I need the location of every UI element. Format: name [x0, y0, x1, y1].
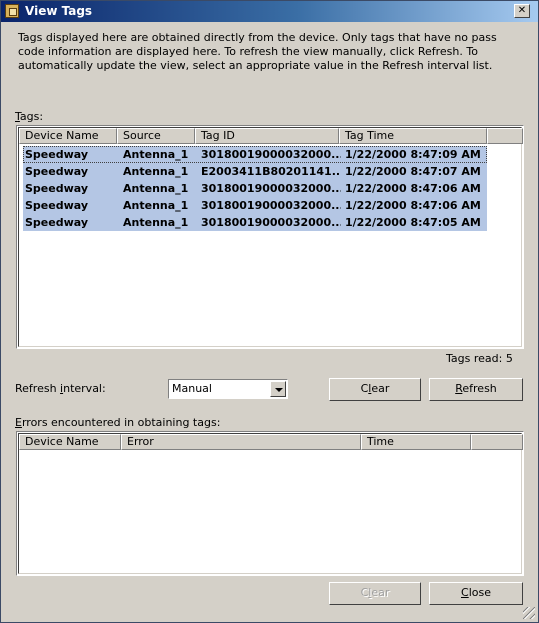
tags-label: Tags:: [15, 110, 44, 123]
column-header-device-name[interactable]: Device Name: [19, 434, 121, 450]
cell-device: Speedway: [25, 199, 89, 212]
cell-source: Antenna_1: [123, 165, 189, 178]
column-header-error[interactable]: Error: [121, 434, 361, 450]
errors-label: Errors encountered in obtaining tags:: [15, 416, 221, 429]
table-row[interactable]: Speedway Antenna_1 30180019000032000... …: [23, 214, 487, 231]
description-text: Tags displayed here are obtained directl…: [18, 31, 497, 72]
column-header-empty: [471, 434, 523, 450]
column-header-tag-time[interactable]: Tag Time: [339, 128, 487, 144]
close-button[interactable]: Close: [429, 582, 523, 605]
chevron-down-icon[interactable]: [270, 381, 286, 397]
table-row[interactable]: Speedway Antenna_1 30180019000032000... …: [23, 197, 487, 214]
cell-device: Speedway: [25, 182, 89, 195]
refresh-button[interactable]: Refresh: [429, 378, 523, 401]
column-header-source[interactable]: Source: [117, 128, 195, 144]
cell-tag-time: 1/22/2000 8:47:07 AM: [345, 165, 481, 178]
table-row[interactable]: Speedway Antenna_1 E2003411B80201141... …: [23, 163, 487, 180]
title-bar[interactable]: View Tags ✕: [1, 1, 538, 22]
app-icon: [5, 4, 19, 18]
clear-button[interactable]: Clear: [329, 378, 421, 401]
cell-device: Speedway: [25, 165, 89, 178]
cell-tag-id: 30180019000032000...: [201, 199, 341, 212]
close-icon[interactable]: ✕: [514, 4, 530, 18]
cell-tag-id: 30180019000032000...: [201, 182, 341, 195]
cell-tag-time: 1/22/2000 8:47:09 AM: [345, 148, 481, 161]
cell-device: Speedway: [25, 148, 89, 161]
table-row[interactable]: Speedway Antenna_1 30180019000032000... …: [23, 146, 487, 163]
cell-tag-id: 30180019000032000...: [201, 216, 341, 229]
tags-list[interactable]: Device Name Source Tag ID Tag Time Speed…: [16, 125, 524, 349]
cell-tag-id: E2003411B80201141...: [201, 165, 341, 178]
column-header-time[interactable]: Time: [361, 434, 471, 450]
refresh-interval-value: Manual: [172, 382, 212, 395]
cell-source: Antenna_1: [123, 199, 189, 212]
tags-read-count: Tags read: 5: [446, 352, 513, 365]
cell-device: Speedway: [25, 216, 89, 229]
column-header-tag-id[interactable]: Tag ID: [195, 128, 339, 144]
column-header-device-name[interactable]: Device Name: [19, 128, 117, 144]
window-title: View Tags: [25, 4, 93, 18]
cell-source: Antenna_1: [123, 216, 189, 229]
cell-tag-time: 1/22/2000 8:47:05 AM: [345, 216, 481, 229]
errors-list[interactable]: Device Name Error Time: [16, 431, 524, 576]
view-tags-window: View Tags ✕ Tags displayed here are obta…: [0, 0, 539, 623]
cell-tag-time: 1/22/2000 8:47:06 AM: [345, 199, 481, 212]
table-row[interactable]: Speedway Antenna_1 30180019000032000... …: [23, 180, 487, 197]
cell-source: Antenna_1: [123, 182, 189, 195]
column-header-empty: [487, 128, 523, 144]
cell-tag-time: 1/22/2000 8:47:06 AM: [345, 182, 481, 195]
refresh-interval-label: Refresh interval:: [15, 382, 106, 395]
refresh-interval-select[interactable]: Manual: [168, 379, 288, 399]
clear-errors-button[interactable]: Clear: [329, 582, 421, 605]
cell-tag-id: 30180019000032000...: [201, 148, 341, 161]
cell-source: Antenna_1: [123, 148, 189, 161]
resize-grip-icon[interactable]: [523, 607, 535, 619]
